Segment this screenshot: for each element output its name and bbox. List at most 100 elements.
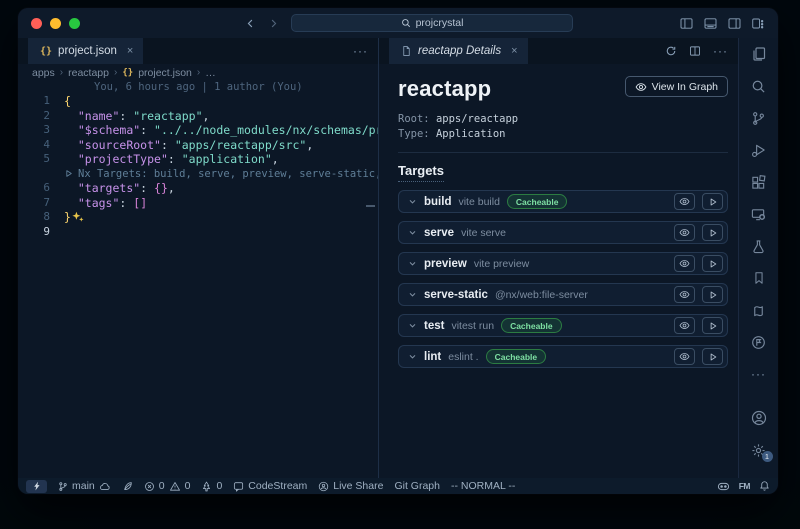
- account-icon[interactable]: [751, 410, 767, 426]
- ai-sparkle-icon[interactable]: [72, 211, 84, 223]
- search-icon: [401, 18, 411, 28]
- view-in-graph-button[interactable]: View In Graph: [625, 76, 728, 97]
- project-flag-icon[interactable]: [751, 334, 767, 350]
- live-share-indicator[interactable]: Live Share: [318, 480, 383, 492]
- breadcrumb-item[interactable]: reactapp: [68, 67, 109, 79]
- test-beaker-icon[interactable]: [751, 238, 767, 254]
- refresh-icon[interactable]: [665, 45, 677, 57]
- git-branch-indicator[interactable]: main: [58, 480, 111, 492]
- back-icon[interactable]: [245, 18, 256, 29]
- chevron-down-icon[interactable]: [408, 290, 417, 299]
- bookmarks-icon[interactable]: [751, 270, 767, 286]
- copilot-icon[interactable]: [717, 481, 730, 492]
- target-row-lint[interactable]: linteslint .Cacheable: [398, 345, 728, 368]
- more-actions-icon[interactable]: ···: [353, 44, 368, 58]
- target-row-serve[interactable]: servevite serve: [398, 221, 728, 244]
- chevron-down-icon[interactable]: [408, 321, 417, 330]
- codelens-row: Nx Targets: build, serve, preview, serve…: [18, 167, 378, 182]
- code-line-text: "$schema": "../../node_modules/nx/schema…: [64, 123, 378, 138]
- todo-tree-indicator[interactable]: 0: [201, 480, 222, 492]
- target-row-build[interactable]: buildvite buildCacheable: [398, 190, 728, 213]
- minimize-window-button[interactable]: [50, 18, 61, 29]
- target-name: serve: [424, 227, 454, 239]
- error-icon: [144, 481, 155, 492]
- remote-indicator[interactable]: [26, 480, 47, 493]
- search-icon[interactable]: [751, 78, 767, 94]
- breadcrumb-item[interactable]: …: [205, 67, 216, 79]
- view-target-details-button[interactable]: [674, 193, 695, 210]
- line-number: 6: [18, 181, 64, 196]
- code-editor[interactable]: You, 6 hours ago | 1 author (You) 1{2 "n…: [18, 81, 378, 239]
- tab-project-json[interactable]: {} project.json ×: [28, 38, 143, 64]
- customize-layout-icon[interactable]: [752, 18, 764, 29]
- forward-icon[interactable]: [268, 18, 279, 29]
- run-target-button[interactable]: [702, 255, 723, 272]
- chevron-down-icon[interactable]: [408, 352, 417, 361]
- target-row-preview[interactable]: previewvite preview: [398, 252, 728, 275]
- target-name: build: [424, 196, 451, 208]
- view-target-details-button[interactable]: [674, 317, 695, 334]
- run-target-button[interactable]: [702, 348, 723, 365]
- code-line: 3 "$schema": "../../node_modules/nx/sche…: [18, 123, 378, 138]
- run-icon: [64, 169, 73, 178]
- close-tab-icon[interactable]: ×: [127, 45, 133, 57]
- source-control-icon[interactable]: [751, 110, 767, 126]
- more-actions-icon[interactable]: ···: [713, 44, 728, 58]
- line-number: 4: [18, 138, 64, 153]
- explorer-icon[interactable]: [751, 46, 767, 62]
- problems-indicator[interactable]: 0 0: [144, 480, 191, 492]
- run-debug-icon[interactable]: [751, 142, 767, 158]
- codestream-indicator[interactable]: CodeStream: [233, 480, 307, 492]
- tab-reactapp-details[interactable]: reactapp Details ×: [389, 38, 528, 64]
- split-editor-icon[interactable]: [689, 45, 701, 57]
- feather-icon: [122, 481, 133, 492]
- breadcrumb: apps› reactapp› {} project.json› …: [18, 64, 378, 81]
- view-target-details-button[interactable]: [674, 348, 695, 365]
- editor-group-left: apps› reactapp› {} project.json› … You, …: [18, 64, 379, 478]
- toggle-panel-icon[interactable]: [704, 18, 717, 29]
- target-row-serve-static[interactable]: serve-static@nx/web:file-server: [398, 283, 728, 306]
- view-target-details-button[interactable]: [674, 255, 695, 272]
- toggle-primary-sidebar-icon[interactable]: [680, 18, 693, 29]
- cacheable-badge: Cacheable: [486, 349, 547, 364]
- extensions-icon[interactable]: [751, 174, 767, 190]
- command-center-search[interactable]: projcrystal: [291, 14, 573, 32]
- view-target-details-button[interactable]: [674, 286, 695, 303]
- chevron-down-icon[interactable]: [408, 197, 417, 206]
- code-line: 7 "tags": []: [18, 196, 378, 211]
- chevron-down-icon[interactable]: [408, 228, 417, 237]
- code-line: 2 "name": "reactapp",: [18, 109, 378, 124]
- breadcrumb-item[interactable]: apps: [32, 67, 55, 79]
- target-row-test[interactable]: testvitest runCacheable: [398, 314, 728, 337]
- close-window-button[interactable]: [31, 18, 42, 29]
- run-target-button[interactable]: [702, 286, 723, 303]
- publish-cloud-icon: [99, 481, 111, 492]
- chevron-down-icon[interactable]: [408, 259, 417, 268]
- code-line-text: }: [64, 210, 378, 225]
- zoom-window-button[interactable]: [69, 18, 80, 29]
- nx-targets-codelens[interactable]: Nx Targets: build, serve, preview, serve…: [64, 167, 378, 182]
- vim-mode-indicator[interactable]: -- NORMAL --: [451, 480, 515, 492]
- target-name: lint: [424, 351, 441, 363]
- more-views-icon[interactable]: ···: [751, 366, 767, 382]
- target-name: test: [424, 320, 444, 332]
- chevron-right-icon: ›: [197, 67, 200, 78]
- git-graph-indicator[interactable]: Git Graph: [394, 480, 440, 492]
- remote-explorer-icon[interactable]: [751, 206, 767, 222]
- view-target-details-button[interactable]: [674, 224, 695, 241]
- run-target-button[interactable]: [702, 317, 723, 334]
- tab-bar: {} project.json × ··· reactapp Details ×…: [18, 38, 738, 64]
- run-target-button[interactable]: [702, 224, 723, 241]
- breadcrumb-item[interactable]: project.json: [138, 67, 192, 79]
- close-tab-icon[interactable]: ×: [511, 45, 517, 57]
- run-target-button[interactable]: [702, 193, 723, 210]
- target-command: vite preview: [474, 258, 529, 270]
- vscode-window: projcrystal {} project.json × ··· reacta…: [18, 8, 778, 494]
- toggle-secondary-sidebar-icon[interactable]: [728, 18, 741, 29]
- notifications-bell-icon[interactable]: [759, 480, 770, 492]
- fm-indicator[interactable]: FM: [739, 481, 750, 491]
- settings-gear-icon[interactable]: 1: [751, 442, 767, 458]
- cacheable-badge: Cacheable: [501, 318, 562, 333]
- nx-console-icon[interactable]: [751, 302, 767, 318]
- feather-indicator[interactable]: [122, 481, 133, 492]
